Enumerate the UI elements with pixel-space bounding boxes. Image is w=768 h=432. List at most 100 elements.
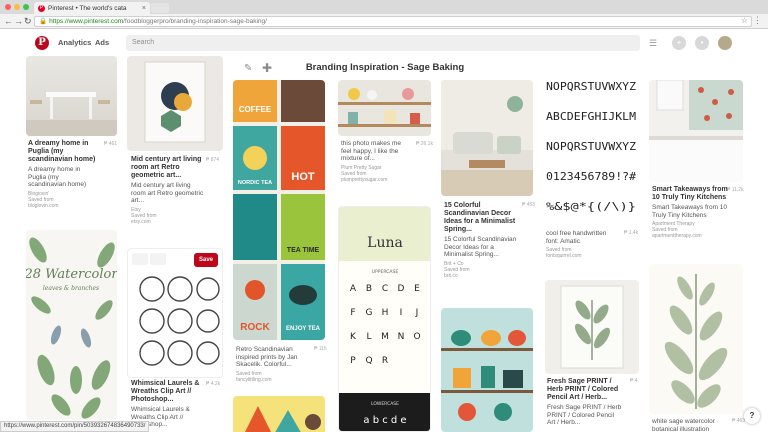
specimen-letter: A [350, 284, 357, 294]
tab-close-icon[interactable]: × [142, 5, 146, 12]
specimen-letter: C [382, 284, 388, 294]
pin-image-tiny-kitchen[interactable] [649, 80, 743, 182]
reload-icon[interactable]: ↻ [24, 16, 32, 27]
specimen-letter: G [366, 308, 373, 318]
window-controls [5, 4, 29, 10]
repin-count: ₱ 1.4k [624, 230, 639, 236]
svg-text:LOWERCASE: LOWERCASE [371, 401, 399, 407]
pin-image-teal-kitchen-print[interactable] [441, 308, 533, 432]
geometric-art-frame-image [144, 61, 206, 143]
repin-count: ₱ 11.2k [727, 187, 744, 193]
luna-font-specimen-image: Luna UPPERCASE A B C D E F G H I J K L M N O P Q R LOWERC… [339, 207, 430, 431]
pin-source: Etsy Saved from etsy.com [131, 206, 157, 225]
specimen-letter: D [398, 284, 405, 294]
pinterest-header: P Analytics Ads Search ☰ + • [0, 30, 768, 56]
pin-description: A dreamy home in Puglia (my scandinavian… [28, 166, 87, 188]
specimen-line: NOPQRSTUVWXYZ [546, 140, 636, 153]
pin-title[interactable]: Smart Takeaways from 10 Truly Tiny Kitch… [652, 186, 732, 202]
white-sage-watercolor-image [664, 274, 728, 409]
pin-image-dreamy-home[interactable] [26, 56, 117, 136]
pin-description[interactable]: cool free handwritten font: Amatic [546, 230, 606, 245]
pin-desc-dreamy-home: A dreamy home in Puglia (my scandinavian… [28, 140, 98, 209]
url-field[interactable]: 🔒 https://www.pinterest.com/foodbloggerpr… [34, 16, 752, 27]
search-input[interactable]: Search [126, 35, 640, 51]
pin-image-retro-prints[interactable]: COFFEE NORDIC TEA HOT TEA TIME ROCK ENJO… [233, 80, 325, 340]
pin-title[interactable]: 15 Colorful Scandinavian Decor Ideas for… [444, 202, 520, 234]
svg-text:HOT: HOT [291, 171, 315, 183]
specimen-line: %&$@*{(/\)} [546, 200, 636, 213]
specimen-letter: N [398, 332, 405, 342]
svg-text:NORDIC TEA: NORDIC TEA [238, 180, 272, 186]
specimen-letter: O [413, 332, 420, 342]
pin-image-shelves[interactable] [338, 80, 431, 136]
geometric-pattern-image [245, 406, 321, 432]
board-title: Branding Inspiration - Sage Baking [305, 62, 465, 73]
svg-text:UPPERCASE: UPPERCASE [372, 269, 399, 275]
pin-image-scandinavian-decor[interactable] [441, 80, 533, 196]
pin-title[interactable]: Whimsical Laurels & Wreaths Clip Art // … [131, 380, 207, 404]
browser-tab[interactable]: P Pinterest • The world's cata × [34, 2, 150, 14]
pin-desc-retro-prints: Retro Scandinavian inspired prints by Ja… [236, 346, 308, 383]
specimen-letter: H [382, 308, 389, 318]
maximize-window-button[interactable] [23, 4, 29, 10]
pin-title[interactable]: Mid century art living room art Retro ge… [131, 156, 207, 180]
pin-image-watercolor-leaves[interactable]: 28 Watercolor leaves & branches [26, 230, 117, 420]
pin-description[interactable]: white sage watercolor botanical illustra… [652, 418, 715, 432]
pin-title[interactable]: Fresh Sage PRINT / Herb PRINT / Colored … [547, 378, 623, 402]
new-tab-button[interactable] [151, 3, 169, 13]
svg-text:ENJOY TEA: ENJOY TEA [286, 326, 321, 332]
pin-image-sage-print[interactable] [545, 280, 639, 374]
pin-source: Saved from fontsquirrel.com [546, 247, 582, 259]
tab-title: Pinterest • The world's cata [48, 4, 127, 12]
kitchen-shelf-image [338, 88, 431, 127]
specimen-line: ABCDEFGHIJKLM [546, 110, 636, 123]
view-options-icon[interactable]: ☰ [646, 36, 660, 50]
save-button[interactable]: Save [194, 253, 218, 267]
sage-pencil-art-image [560, 285, 624, 369]
analytics-link[interactable]: Analytics [58, 38, 91, 47]
mid-century-kitchen-print-image [441, 330, 533, 421]
pin-source: Saved from fancylittling.com [236, 370, 272, 383]
pin-image-colorful-geo[interactable] [233, 396, 325, 432]
repin-count: ₱ 26.1k [416, 141, 433, 147]
close-window-button[interactable] [5, 4, 11, 10]
specimen-letter: M [381, 332, 389, 342]
pin-description[interactable]: this photo makes me feel happy, I like t… [341, 140, 401, 162]
pin-image-luna-font[interactable]: Luna UPPERCASE ABCDE F GH I J KLMNO PQR LOWERC… [338, 206, 431, 432]
add-icon[interactable]: + [672, 36, 686, 50]
pin-description: 15 Colorful Scandinavian Decor Ideas for… [444, 236, 517, 258]
avatar[interactable] [718, 36, 732, 50]
svg-text:TEA TIME: TEA TIME [287, 247, 320, 254]
retro-tea-prints-image: COFFEE NORDIC TEA HOT TEA TIME ROCK ENJO… [233, 80, 325, 340]
forward-arrow-icon[interactable]: → [14, 16, 23, 27]
pin-desc-mid-century: Mid century art living room art Retro ge… [131, 156, 207, 225]
watercolor-leaves-image: 28 Watercolor leaves & branches [26, 237, 117, 419]
pin-desc-white-sage: white sage watercolor botanical illustra… [652, 418, 732, 432]
pin-title[interactable]: A dreamy home in Puglia (my scandinavian… [28, 140, 98, 164]
svg-text:leaves & branches: leaves & branches [43, 285, 99, 292]
specimen-letter: Q [365, 356, 372, 366]
repin-count: ₱ 461 [104, 141, 118, 147]
pin-image-white-sage[interactable] [649, 264, 743, 414]
messages-icon[interactable]: • [695, 36, 709, 50]
pin-description[interactable]: Retro Scandinavian inspired prints by Ja… [236, 346, 297, 368]
browser-menu-icon[interactable]: ⋮ [753, 15, 762, 26]
pin-desc-sage-print: Fresh Sage PRINT / Herb PRINT / Colored … [547, 378, 623, 427]
bookmark-star-icon[interactable]: ☆ [741, 16, 748, 25]
pin-image-mid-century-art[interactable] [127, 56, 223, 151]
pin-source: Apartment Therapy Saved from apartmentther… [652, 221, 702, 239]
pin-image-wreaths[interactable] [127, 248, 223, 378]
specimen-letter: I [400, 308, 403, 318]
pin-source: Blogiovin' Saved from bloglovin.com [28, 190, 59, 209]
pin-description: Mid century art living room art Retro ge… [131, 182, 204, 204]
help-button[interactable]: ? [744, 408, 760, 424]
specimen-letter: F [350, 308, 355, 318]
specimen-letter: P [350, 356, 356, 366]
specimen-letter: K [350, 332, 357, 342]
back-arrow-icon[interactable]: ← [4, 16, 13, 27]
watercolor-title-art: 28 Watercolor [26, 267, 117, 282]
ads-link[interactable]: Ads [95, 38, 109, 47]
minimize-window-button[interactable] [14, 4, 20, 10]
pinterest-logo-icon[interactable]: P [35, 36, 49, 50]
pin-image-amatic-font[interactable]: NOPQRSTUVWXYZ ABCDEFGHIJKLM NOPQRSTUVWXYZ 0… [543, 68, 639, 224]
